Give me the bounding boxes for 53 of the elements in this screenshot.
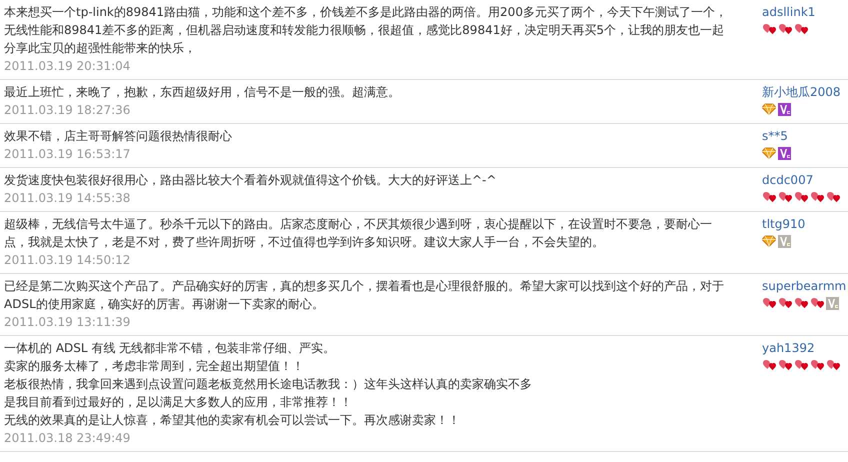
v-badge-icon [826, 296, 839, 310]
review-text: 是我目前看到过最好的，足以满足大多数人的应用，非常推荐！！ [4, 394, 352, 411]
heart-icon [762, 23, 776, 35]
review-text: 超级棒，无线信号太牛逼了。秒杀千元以下的路由。店家态度耐心，不厌其烦很少遇到呀，衷心提醒以下，在设置时不要急，要耐心一 [4, 216, 712, 233]
review-text: 点，我就是太快了，老是不对，费了些许周折呀，不过值得也学到许多知识呀。建议大家人手一台，不会失望的。 [4, 234, 604, 251]
heart-icon [826, 359, 840, 371]
heart-icon [810, 191, 824, 203]
review-date: 2011.03.19 18:27:36 [4, 102, 130, 119]
heart-icon [794, 23, 808, 35]
review-date: 2011.03.19 20:31:04 [4, 58, 130, 75]
review-text: 本来想买一个tp-link的89841路由猫，功能和这个差不多，价钱差不多是此路由器的两倍。用200多元买了两个，今天下午测试了一个， [4, 4, 727, 21]
review-date: 2011.03.19 14:55:38 [4, 190, 130, 207]
username-link[interactable]: s**5 [762, 127, 788, 145]
heart-icon [794, 297, 808, 309]
diamond-icon [762, 235, 776, 247]
username-link[interactable]: tltg910 [762, 215, 806, 233]
heart-icon [778, 297, 792, 309]
review-text: 一体机的 ADSL 有线 无线都非常不错，包装非常仔细、严实。 [4, 340, 336, 357]
heart-icon [762, 191, 776, 203]
v-badge-icon [778, 102, 791, 116]
heart-icon [778, 359, 792, 371]
username-link[interactable]: superbearmm [762, 277, 846, 295]
review-date: 2011.03.18 23:49:49 [4, 430, 130, 447]
heart-icon [826, 191, 840, 203]
review-text: 最近上班忙，来晚了，抱歉，东西超级好用，信号不是一般的强。超满意。 [4, 84, 400, 101]
username-link[interactable]: yah1392 [762, 339, 815, 357]
heart-icon [762, 359, 776, 371]
review-date: 2011.03.19 16:53:17 [4, 146, 130, 163]
review-text: 无线的效果真的是让人惊喜，希望其他的卖家有机会可以尝试一下。再次感谢卖家！！ [4, 412, 460, 429]
diamond-icon [762, 147, 776, 159]
heart-icon [810, 359, 824, 371]
review-text: 卖家的服务太棒了，考虑非常周到，完全超出期望值！！ [4, 358, 304, 375]
heart-icon [794, 191, 808, 203]
username-link[interactable]: dcdc007 [762, 171, 814, 189]
heart-icon [794, 359, 808, 371]
diamond-icon [762, 103, 776, 115]
review-text: 老板很热情，我拿回来遇到点设置问题老板竟然用长途电话教我：）这年头这样认真的卖家确实不多 [4, 376, 532, 393]
heart-icon [762, 297, 776, 309]
username-link[interactable]: 新小地瓜2008 [762, 83, 841, 101]
review-text: 效果不错，店主哥哥解答问题很热情很耐心 [4, 128, 232, 145]
username-link[interactable]: adsllink1 [762, 3, 816, 21]
review-date: 2011.03.19 14:50:12 [4, 252, 130, 269]
v-badge-icon [778, 146, 791, 160]
review-text: 发货速度快包装很好很用心，路由器比较大个看着外观就值得这个价钱。大大的好评送上^-^ [4, 172, 496, 189]
review-date: 2011.03.19 13:11:39 [4, 314, 130, 331]
v-badge-icon [778, 234, 791, 248]
heart-icon [810, 297, 824, 309]
review-text: ADSL的使用家庭，确实好的厉害。再谢谢一下卖家的耐心。 [4, 296, 324, 313]
review-text: 无线性能和89841差不多的距离，但机器启动速度和转发能力很顺畅，很超值，感觉比89841好，决定明天再买5个，让我的朋友也一起 [4, 22, 724, 39]
heart-icon [778, 191, 792, 203]
review-text: 分享此宝贝的超强性能带来的快乐， [4, 40, 196, 57]
review-text: 已经是第二次购买这个产品了。产品确实好的厉害，真的想多买几个，摆着看也是心理很舒服的。希望大家可以找到这个好的产品，对于 [4, 278, 724, 295]
heart-icon [778, 23, 792, 35]
